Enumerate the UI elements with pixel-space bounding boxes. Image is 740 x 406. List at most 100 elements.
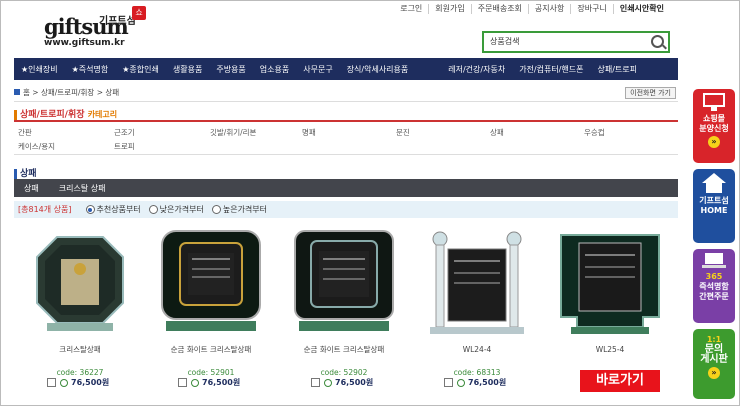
product-name[interactable]: WL25-4 <box>557 345 663 355</box>
back-button[interactable]: 이전화면 가기 <box>625 87 676 99</box>
sort-bar: [총814개 상품] 추천상품부터 낮은가격부터 높은가격부터 <box>14 201 678 218</box>
nav-item-living[interactable]: 생활용품 <box>166 64 209 75</box>
product-count: [총814개 상품] <box>18 205 72 214</box>
banner-line: 즉석명함 <box>699 282 729 291</box>
banner-line: 쇼핑몰 <box>702 114 726 123</box>
zoom-icon[interactable] <box>457 378 465 387</box>
link-notice[interactable]: 공지사항 <box>529 4 572 14</box>
nav-item-instant-card[interactable]: ★즉석명함 <box>65 64 116 75</box>
site-logo[interactable]: giftsum 기프트섬 쇼 www.giftsum.kr <box>44 6 146 52</box>
tab-crystal-plaque[interactable]: 크리스탈 상패 <box>49 183 116 194</box>
nav-item-accessory[interactable]: 장식/악세사리용품 <box>340 64 416 75</box>
nav-item-trophy[interactable]: 상패/트로피 <box>590 64 644 75</box>
logo-badge: 쇼 <box>132 6 146 20</box>
zoom-icon[interactable] <box>324 378 332 387</box>
link-cart[interactable]: 장바구니 <box>571 4 614 14</box>
select-checkbox[interactable] <box>178 378 187 387</box>
select-checkbox[interactable] <box>47 378 56 387</box>
chevron-right-icon: » <box>708 136 720 148</box>
chevron-right-icon: » <box>708 367 720 379</box>
radio-icon[interactable] <box>148 205 158 214</box>
list-title: 상패 <box>14 166 37 179</box>
breadcrumb: 홈 > 상패/트로피/휘장 > 상패 이전화면 가기 <box>14 87 678 102</box>
banner-inquiry[interactable]: 1:1 문의 게시판 » <box>693 329 735 399</box>
search-icon[interactable] <box>651 35 664 48</box>
product-image[interactable] <box>158 229 264 335</box>
sort-low-price[interactable]: 낮은가격부터 <box>148 204 204 215</box>
nav-item-stationery[interactable]: 사무문구 <box>296 64 339 75</box>
breadcrumb-text: 홈 > 상패/트로피/휘장 > 상패 <box>23 88 120 97</box>
category-title: 상패/트로피/휘장 카테고리 <box>14 107 117 120</box>
product-code: code: 68313 <box>453 368 501 377</box>
product-image[interactable] <box>424 229 530 335</box>
top-links: 로그인 회원가입 주문배송조회 공지사항 장바구니 인쇄시안확인 <box>394 4 670 14</box>
category-subtitle: 카테고리 <box>87 110 118 119</box>
sort-label: 낮은가격부터 <box>159 205 204 214</box>
category-item[interactable]: 우승컵 <box>584 127 605 138</box>
nav-item-electronics[interactable]: 가전/컴퓨터/핸드폰 <box>512 64 590 75</box>
zoom-icon[interactable] <box>60 378 68 387</box>
category-item[interactable]: 트로피 <box>114 141 135 152</box>
sort-label: 높은가격부터 <box>222 205 268 214</box>
search-input[interactable] <box>484 33 640 49</box>
product-name[interactable]: 순금 화이트 크리스탈상패 <box>291 345 397 355</box>
link-join[interactable]: 회원가입 <box>429 4 472 14</box>
category-item[interactable]: 간판 <box>18 127 32 138</box>
subcategory-tabs: 상패 크리스탈 상패 <box>14 179 678 197</box>
category-title-text: 상패/트로피/휘장 <box>20 110 85 120</box>
banner-line: 간편주문 <box>699 292 729 301</box>
nav-item-print-equipment[interactable]: ★인쇄장비 <box>14 64 65 75</box>
product-name[interactable]: 크리스탈상패 <box>27 345 133 355</box>
link-login[interactable]: 로그인 <box>394 4 430 14</box>
radio-icon[interactable] <box>85 205 95 214</box>
tab-plaque[interactable]: 상패 <box>14 183 49 194</box>
product-price: 76,500원 <box>335 378 374 387</box>
nav-item-kitchen[interactable]: 주방용품 <box>209 64 252 75</box>
list-marker <box>14 168 17 179</box>
product-image[interactable] <box>291 229 397 335</box>
link-order-track[interactable]: 주문배송조회 <box>472 4 529 14</box>
product-price: 76,500원 <box>71 378 110 387</box>
product-code: code: 52901 <box>187 368 235 377</box>
category-item[interactable]: 명패 <box>302 127 316 138</box>
banner-instant-card[interactable]: 365 즉석명함 간편주문 <box>693 249 735 323</box>
nav-item-general-print[interactable]: ★종합인쇄 <box>115 64 166 75</box>
main-nav: ★인쇄장비 ★즉석명함 ★종합인쇄 생활용품 주방용품 업소용품 사무문구 장식… <box>14 58 678 80</box>
category-list: 간판 근조기 깃발/휘기/리본 명패 문진 상패 우승컵 케이스/용지 트로피 <box>14 120 678 155</box>
category-item[interactable]: 상패 <box>490 127 504 138</box>
product-name[interactable]: WL24-4 <box>424 345 530 355</box>
category-marker <box>14 109 17 120</box>
list-title-text: 상패 <box>20 169 37 179</box>
banner-home[interactable]: 기프트섬 HOME <box>693 169 735 243</box>
sort-label: 추천상품부터 <box>96 205 141 214</box>
laptop-icon <box>702 253 726 268</box>
link-print-proof[interactable]: 인쇄시안확인 <box>614 4 670 14</box>
category-item[interactable]: 케이스/용지 <box>18 141 55 152</box>
product-image[interactable] <box>27 229 133 335</box>
radio-icon[interactable] <box>211 205 221 214</box>
sort-high-price[interactable]: 높은가격부터 <box>211 204 268 215</box>
nav-item-leisure[interactable]: 레저/건강/자동차 <box>441 64 512 75</box>
product-image[interactable] <box>557 229 663 335</box>
product-price: 76,500원 <box>468 378 507 387</box>
category-item[interactable]: 문진 <box>396 127 410 138</box>
logo-url: www.giftsum.kr <box>44 38 125 48</box>
product-code: code: 36227 <box>56 368 104 377</box>
select-checkbox[interactable] <box>311 378 320 387</box>
category-item[interactable]: 근조기 <box>114 127 135 138</box>
banner-line: 365 <box>705 272 723 281</box>
banner-mall-application[interactable]: 쇼핑몰 분양신청 » <box>693 89 735 163</box>
zoom-icon[interactable] <box>191 378 199 387</box>
product-code: code: 52902 <box>320 368 368 377</box>
product-price: 76,500원 <box>202 378 241 387</box>
category-item[interactable]: 깃발/휘기/리본 <box>210 127 256 138</box>
house-icon <box>702 173 726 193</box>
home-icon[interactable] <box>14 89 20 95</box>
product-name[interactable]: 순금 화이트 크리스탈상패 <box>158 345 264 355</box>
search-box <box>482 31 670 53</box>
nav-item-business[interactable]: 업소용품 <box>253 64 296 75</box>
goto-button[interactable]: 바로가기 <box>580 370 660 392</box>
select-checkbox[interactable] <box>444 378 453 387</box>
banner-line: 게시판 <box>700 354 728 365</box>
sort-recommended[interactable]: 추천상품부터 <box>85 204 141 215</box>
